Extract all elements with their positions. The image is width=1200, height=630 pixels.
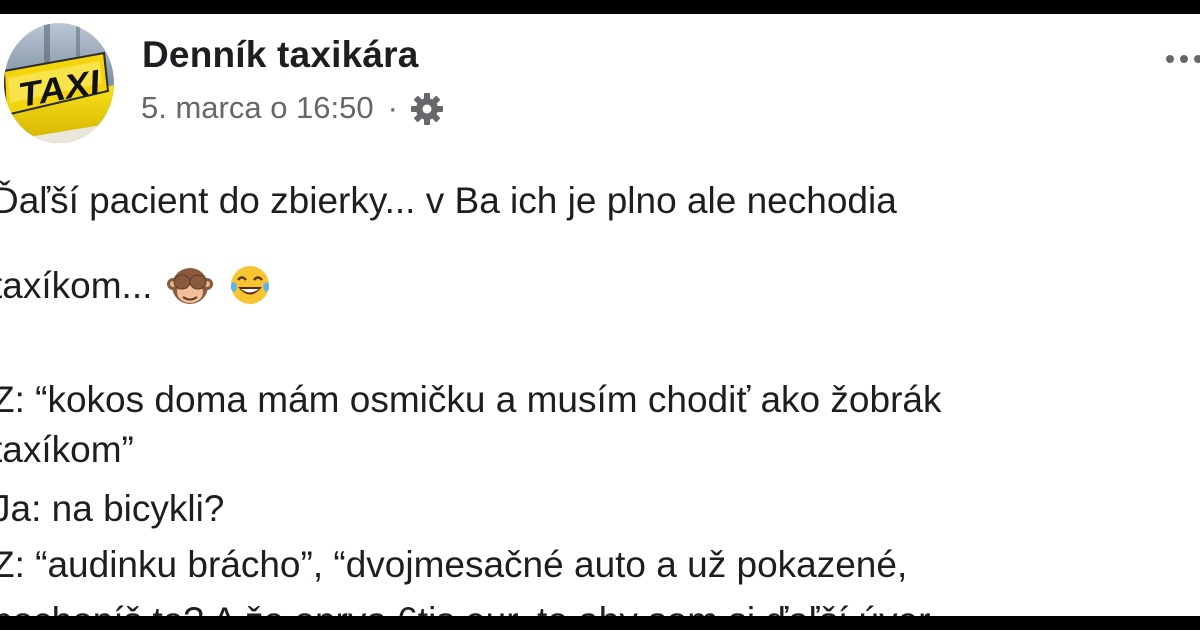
see-no-evil-monkey-emoji (166, 262, 213, 308)
post-text-line: Ja: na bicykli? (0, 488, 225, 529)
post-text-line-with-emoji: taxíkom... (0, 262, 273, 308)
page-avatar[interactable]: TAXI (4, 23, 114, 143)
post-text-line: Ďaľší pacient do zbierky... v Ba ich je … (0, 180, 897, 221)
tears-of-joy-emoji (227, 262, 273, 308)
meta-separator: · (387, 90, 398, 125)
post-text-line: Z: “audinku brácho”, “dvojmesačné auto a… (0, 544, 908, 585)
more-options-icon[interactable] (1164, 52, 1200, 66)
page-name-link[interactable]: Denník taxikára (142, 34, 419, 76)
taxi-sign-image: TAXI (4, 23, 114, 143)
post-timestamp[interactable]: 5. marca o 16:50 (141, 90, 374, 126)
post-text-line: Z: “kokos doma mám osmičku a musím chodi… (0, 379, 942, 420)
post-text-line: taxíkom... (0, 265, 153, 306)
post-meta: 5. marca o 16:50 · (141, 90, 444, 126)
gear-icon[interactable] (410, 92, 444, 126)
post-text-line: taxíkom” (0, 429, 134, 470)
post-text-line: pochopíš to? A že oprva 6tis eur, to aby… (0, 602, 930, 616)
facebook-post-card: TAXI Denník taxikára 5. marca o 16:50 · (0, 14, 1200, 616)
